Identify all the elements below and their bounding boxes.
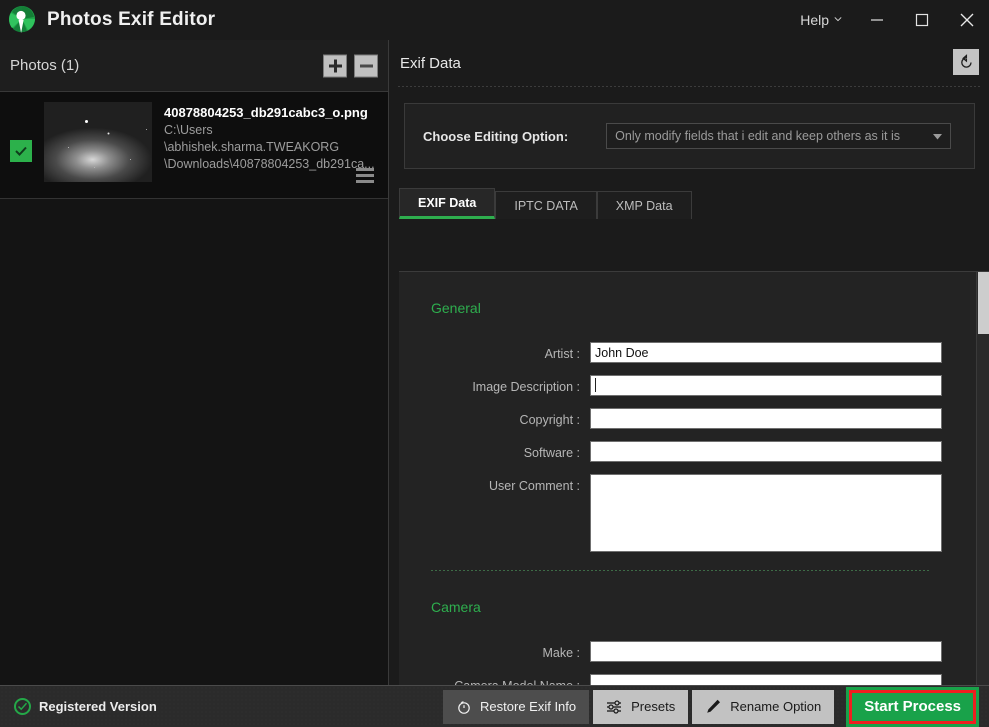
minus-icon [359,64,373,67]
editing-option-value: Only modify fields that i edit and keep … [615,129,901,143]
bottom-toolbar: Registered Version Restore Exif Info Pre… [0,685,989,727]
check-icon [15,146,27,156]
header-divider [398,86,981,87]
window-controls: Help [788,0,989,40]
reset-arrow-icon [960,53,972,68]
title-bar: Photos Exif Editor Help [0,0,989,40]
photo-filename: 40878804253_db291cabc3_o.png [164,105,368,120]
add-photo-button[interactable] [323,54,347,77]
exif-data-panel: Exif Data Choose Editing Option: Only mo… [390,40,989,685]
photo-thumbnail [44,102,152,182]
field-row-make: Make : [399,641,963,664]
metadata-tabs: EXIF Data IPTC DATA XMP Data [399,188,989,219]
list-item[interactable]: 40878804253_db291cabc3_o.png C:\Users \a… [0,92,388,199]
field-row-artist: Artist : John Doe [399,342,963,365]
make-input[interactable] [590,641,942,662]
field-row-user-comment: User Comment : [399,474,963,552]
chevron-down-icon [834,17,842,22]
artist-input[interactable]: John Doe [590,342,942,363]
start-process-button[interactable]: Start Process [852,692,973,721]
panel-header: Exif Data [390,40,989,87]
tab-xmp-data[interactable]: XMP Data [596,191,692,219]
page-title: Exif Data [400,55,461,72]
section-title-camera: Camera [431,599,481,615]
application-window: Photos Exif Editor Help Photos (1) 40878… [0,0,989,727]
field-row-camera-model-name: Camera Model Name : [399,674,963,685]
registration-status-label: Registered Version [39,699,157,714]
field-row-image-description: Image Description : [399,375,963,398]
photo-checkbox[interactable] [10,140,32,162]
camera-model-name-input[interactable] [590,674,942,685]
close-button[interactable] [944,0,989,40]
refresh-reset-icon[interactable] [953,49,979,75]
text-cursor [595,378,596,392]
minimize-icon [870,19,883,21]
plus-icon [328,59,342,72]
app-title: Photos Exif Editor [47,9,216,30]
check-icon [17,702,28,711]
field-label-make: Make : [542,646,580,660]
scrollbar-thumb[interactable] [978,272,989,334]
editing-option-box: Choose Editing Option: Only modify field… [404,103,975,169]
software-input[interactable] [590,441,942,462]
close-icon [960,13,973,27]
photos-sidebar: Photos (1) 40878804253_db291cabc3_o.png … [0,40,389,685]
start-process-highlight-border: Start Process [849,689,976,724]
section-title-general: General [431,300,481,316]
restore-clock-icon [458,700,470,714]
aperture-logo-icon [5,3,39,37]
field-label-camera-model-name: Camera Model Name : [399,674,590,685]
rename-option-button[interactable]: Rename Option [692,689,835,724]
section-divider [431,570,931,571]
field-label-artist: Artist : [544,347,580,361]
editing-option-label: Choose Editing Option: [423,128,569,144]
help-label: Help [800,12,829,28]
metadata-form-scroll-area: General Artist : John Doe Image Descript… [399,271,989,685]
copyright-input[interactable] [590,408,942,429]
sidebar-header: Photos (1) [0,40,388,92]
tab-iptc-data[interactable]: IPTC DATA [495,191,597,219]
field-label-user-comment: User Comment : [489,479,580,493]
check-circle-icon [14,698,31,715]
pencil-icon [707,699,721,713]
toolbar-actions: Restore Exif Info Presets Rename Option [443,686,989,727]
restore-exif-info-button[interactable]: Restore Exif Info [443,689,590,724]
field-label-copyright: Copyright : [519,413,580,427]
presets-button[interactable]: Presets [593,689,689,724]
sliders-icon [607,699,622,714]
sidebar-header-buttons [323,54,378,77]
maximize-button[interactable] [899,0,944,40]
minimize-button[interactable] [854,0,899,40]
image-description-input[interactable] [590,375,942,396]
vertical-scrollbar[interactable] [976,272,989,685]
user-comment-textarea[interactable] [590,474,942,552]
photo-path-line-1: C:\Users [164,123,213,137]
help-menu-button[interactable]: Help [788,0,854,40]
field-row-software: Software : [399,441,963,464]
presets-label: Presets [631,699,676,714]
photo-path-line-3: \Downloads\40878804253_db291ca... [164,157,375,171]
photos-count-label: Photos (1) [10,57,80,74]
hamburger-menu-icon[interactable] [356,168,374,186]
photo-path-line-2: \abhishek.sharma.TWEAKORG [164,140,340,154]
start-process-highlight: Start Process [846,686,979,727]
field-label-software: Software : [523,446,580,460]
chevron-down-icon [933,134,943,140]
maximize-icon [915,13,928,27]
tab-exif-data[interactable]: EXIF Data [399,188,496,219]
rename-option-label: Rename Option [730,699,822,714]
remove-photo-button[interactable] [354,54,378,77]
editing-option-dropdown[interactable]: Only modify fields that i edit and keep … [606,123,952,149]
field-label-image-description: Image Description : [472,380,580,394]
status-badge: Registered Version [14,698,157,715]
metadata-form: General Artist : John Doe Image Descript… [399,300,989,685]
field-row-copyright: Copyright : [399,408,963,431]
restore-exif-info-label: Restore Exif Info [480,699,577,714]
photo-metadata: 40878804253_db291cabc3_o.png C:\Users \a… [164,102,375,173]
